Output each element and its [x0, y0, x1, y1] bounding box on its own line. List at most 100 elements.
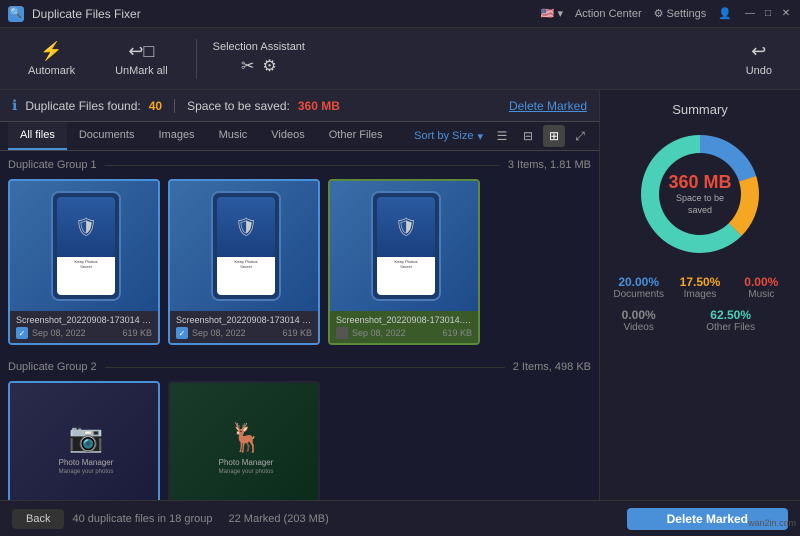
- stat-name-documents: Documents: [613, 289, 664, 300]
- space-value: 360 MB: [298, 99, 340, 113]
- info-icon: ℹ: [12, 97, 17, 114]
- undo-label: Undo: [746, 65, 772, 77]
- duplicate-label: Duplicate Files found:: [25, 99, 140, 113]
- tab-documents[interactable]: Documents: [67, 122, 147, 150]
- titlebar-right: 🇺🇸 ▾ Action Center ⚙ Settings 👤 — □ ✕: [541, 7, 792, 20]
- duplicate-count: 40: [149, 99, 162, 113]
- file-card-4[interactable]: 📷 Photo Manager Manage your photos Photo…: [8, 381, 160, 500]
- file-checkbox-2[interactable]: [176, 327, 188, 339]
- file-footer-1: Screenshot_20220908-173014 (1).j... Sep …: [10, 311, 158, 343]
- action-center-button[interactable]: Action Center: [575, 8, 642, 20]
- left-panel: ℹ Duplicate Files found: 40 Space to be …: [0, 90, 600, 500]
- file-meta-1: Sep 08, 2022 619 KB: [16, 327, 152, 339]
- stat-name-images: Images: [684, 289, 717, 300]
- automark-label: Automark: [28, 65, 75, 77]
- right-panel: Summary 360 MB Space to besaved 20.00%: [600, 90, 800, 500]
- back-button[interactable]: Back: [12, 509, 64, 529]
- file-size-1: 619 KB: [122, 328, 152, 338]
- stat-music: 0.00% Music: [735, 275, 788, 300]
- group-2-line: [105, 367, 505, 368]
- stat-pct-documents: 20.00%: [618, 275, 659, 289]
- file-meta-3: Sep 08, 2022 619 KB: [336, 327, 472, 339]
- info-bar: ℹ Duplicate Files found: 40 Space to be …: [0, 90, 599, 122]
- app-title: Duplicate Files Fixer: [32, 7, 533, 21]
- undo-button[interactable]: ↩ Undo: [734, 35, 784, 83]
- stat-pct-videos: 0.00%: [622, 308, 656, 322]
- group-2-items: 📷 Photo Manager Manage your photos Photo…: [8, 381, 591, 500]
- stat-images: 17.50% Images: [673, 275, 726, 300]
- sort-chevron-icon: ▾: [477, 130, 483, 143]
- close-button[interactable]: ✕: [780, 8, 792, 20]
- automark-button[interactable]: ⚡ Automark: [16, 35, 87, 83]
- file-name-2: Screenshot_20220908-173014 (2).j...: [176, 315, 312, 325]
- duplicate-group-1: Duplicate Group 1 3 Items, 1.81 MB 🛡 Kee…: [8, 159, 591, 345]
- view-controls: ☰ ⊟ ⊞ ⤢: [491, 125, 591, 147]
- stat-name-other: Other Files: [706, 322, 755, 333]
- sort-label: Sort by Size: [414, 130, 473, 142]
- tab-all-files[interactable]: All files: [8, 122, 67, 150]
- file-list: Duplicate Group 1 3 Items, 1.81 MB 🛡 Kee…: [0, 151, 599, 500]
- selection-icon-2[interactable]: ⚙: [262, 56, 276, 76]
- undo-icon: ↩: [751, 41, 766, 62]
- tab-other-files[interactable]: Other Files: [317, 122, 395, 150]
- app-icon: 🔍: [8, 6, 24, 22]
- tab-music[interactable]: Music: [207, 122, 260, 150]
- file-name-3: Screenshot_20220908-173014.jpg: [336, 315, 472, 325]
- marked-info: 22 Marked (203 MB): [229, 513, 329, 525]
- flag-icon[interactable]: 🇺🇸 ▾: [541, 7, 563, 20]
- tab-bar: All files Documents Images Music Videos …: [0, 122, 599, 151]
- file-size-3: 619 KB: [442, 328, 472, 338]
- toolbar-divider-1: [196, 39, 197, 79]
- files-info: 40 duplicate files in 18 group: [72, 513, 212, 525]
- stats-grid: 20.00% Documents 17.50% Images 0.00% Mus…: [612, 275, 788, 333]
- file-thumbnail-1: 🛡 Keep PhotosSecret: [10, 181, 160, 311]
- file-card-5[interactable]: 🦌 Photo Manager Manage your photos Photo…: [168, 381, 320, 500]
- stat-other-files: 62.50% Other Files: [673, 308, 788, 333]
- file-card-1[interactable]: 🛡 Keep PhotosSecret Screenshot_20220908-…: [8, 179, 160, 345]
- file-checkbox-1[interactable]: [16, 327, 28, 339]
- file-card-3[interactable]: 🛡 Keep PhotosSecret Screenshot_20220908-…: [328, 179, 480, 345]
- status-bar: 40 duplicate files in 18 group 22 Marked…: [72, 513, 618, 525]
- settings-button[interactable]: ⚙ Settings: [654, 7, 707, 20]
- unmark-all-button[interactable]: ↩□ UnMark all: [103, 35, 180, 83]
- main-content: ℹ Duplicate Files found: 40 Space to be …: [0, 90, 800, 500]
- file-date-1: Sep 08, 2022: [32, 328, 86, 338]
- maximize-button[interactable]: □: [762, 8, 774, 20]
- group-2-name: Duplicate Group 2: [8, 361, 97, 373]
- view-expand-btn[interactable]: ⤢: [569, 125, 591, 147]
- stat-pct-images: 17.50%: [680, 275, 721, 289]
- sort-control[interactable]: Sort by Size ▾: [414, 130, 483, 143]
- delete-marked-link[interactable]: Delete Marked: [509, 99, 587, 113]
- donut-center: 360 MB Space to besaved: [668, 172, 731, 216]
- selection-icon-1[interactable]: ✂: [241, 56, 254, 76]
- file-thumbnail-2: 🛡 Keep PhotosSecret: [170, 181, 320, 311]
- summary-title: Summary: [672, 102, 728, 117]
- file-card-2[interactable]: 🛡 Keep PhotosSecret Screenshot_20220908-…: [168, 179, 320, 345]
- avatar-icon[interactable]: 👤: [718, 7, 732, 20]
- selection-assistant: Selection Assistant ✂ ⚙: [213, 41, 305, 76]
- selection-assistant-label: Selection Assistant: [213, 41, 305, 53]
- view-grid-btn[interactable]: ⊞: [543, 125, 565, 147]
- stat-pct-music: 0.00%: [744, 275, 778, 289]
- file-thumbnail-4: 📷 Photo Manager Manage your photos: [10, 383, 160, 500]
- group-2-info: 2 Items, 498 KB: [513, 361, 591, 373]
- action-bar: Back 40 duplicate files in 18 group 22 M…: [0, 500, 800, 536]
- stat-name-videos: Videos: [623, 322, 653, 333]
- file-date-2: Sep 08, 2022: [192, 328, 246, 338]
- donut-value: 360 MB: [668, 172, 731, 193]
- automark-icon: ⚡: [40, 41, 62, 62]
- tab-images[interactable]: Images: [146, 122, 206, 150]
- view-list-btn[interactable]: ☰: [491, 125, 513, 147]
- stat-name-music: Music: [748, 289, 774, 300]
- file-checkbox-3[interactable]: [336, 327, 348, 339]
- watermark: wan2in.com: [748, 518, 796, 528]
- donut-label: Space to besaved: [668, 193, 731, 216]
- group-1-line: [105, 165, 500, 166]
- file-footer-2: Screenshot_20220908-173014 (2).j... Sep …: [170, 311, 318, 343]
- view-split-btn[interactable]: ⊟: [517, 125, 539, 147]
- tab-videos[interactable]: Videos: [259, 122, 316, 150]
- stat-pct-other: 62.50%: [710, 308, 751, 322]
- stat-documents: 20.00% Documents: [612, 275, 665, 300]
- file-footer-3: Screenshot_20220908-173014.jpg Sep 08, 2…: [330, 311, 478, 343]
- minimize-button[interactable]: —: [744, 8, 756, 20]
